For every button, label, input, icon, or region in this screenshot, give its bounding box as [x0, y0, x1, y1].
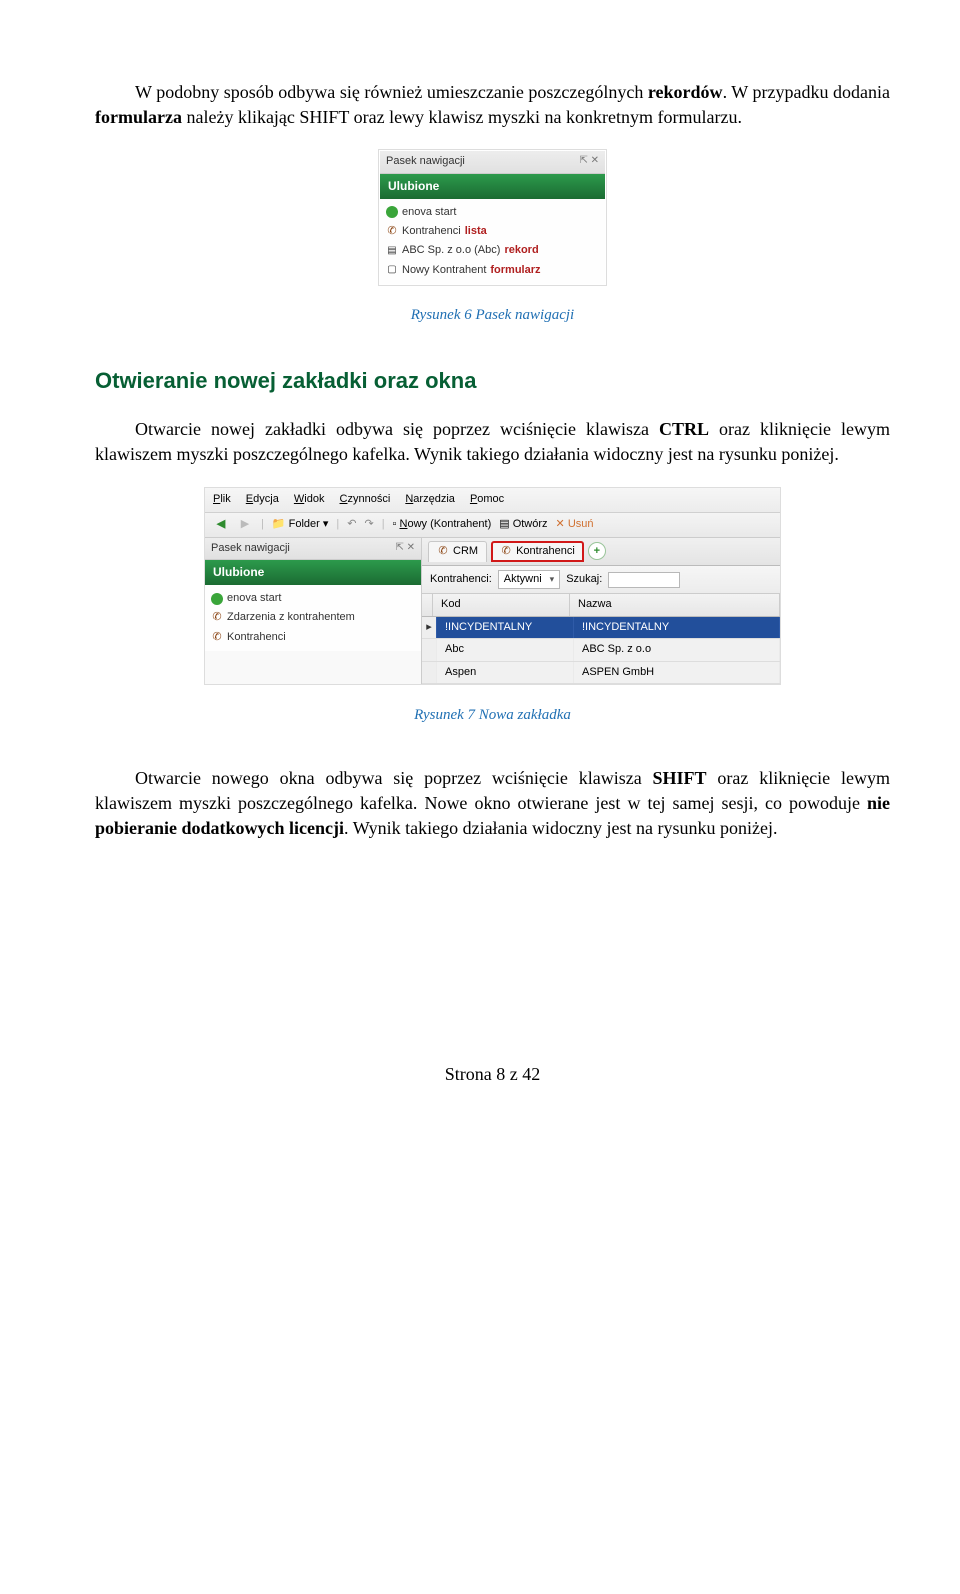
nav-item-label: ABC Sp. z o.o (Abc) [402, 243, 500, 258]
paragraph-ctrl: Otwarcie nowej zakładki odbywa się poprz… [95, 417, 890, 467]
table-row[interactable]: ▸ Aspen ASPEN GmbH [422, 662, 780, 684]
nav-item-label: Nowy Kontrahent [402, 263, 486, 278]
cell-nazwa: ASPEN GmbH [574, 662, 780, 683]
tab-bar: ✆ CRM ✆ Kontrahenci + [422, 538, 780, 566]
nav-item[interactable]: ✆ Kontrahenci [211, 628, 415, 647]
menu-czynnosci[interactable]: Czynności [340, 493, 391, 505]
nav-item[interactable]: ▤ ABC Sp. z o.o (Abc) rekord [386, 241, 599, 260]
nav-item-label: Kontrahenci [402, 224, 461, 239]
figure-1-wrap: Pasek nawigacji ⇱ ✕ Ulubione enova start… [95, 150, 890, 285]
folder-button[interactable]: 📁 Folder ▾ [272, 517, 329, 532]
cell-kod: !INCYDENTALNY [437, 617, 574, 638]
undo-icon[interactable]: ↶ [347, 517, 356, 532]
nav-item[interactable]: ✆ Zdarzenia z kontrahentem [211, 608, 415, 627]
filter-label: Kontrahenci: [430, 572, 492, 587]
p2a: Otwarcie nowej zakładki odbywa się poprz… [135, 419, 659, 439]
table-row[interactable]: ▸ Abc ABC Sp. z o.o [422, 639, 780, 661]
search-label: Szukaj: [566, 572, 602, 587]
p1b: rekordów [648, 82, 723, 102]
nav-item[interactable]: ✆ Kontrahenci lista [386, 222, 599, 241]
nav-item-suffix: rekord [504, 243, 538, 258]
nav-item-label: enova start [402, 205, 456, 220]
table-row[interactable]: ▸ !INCYDENTALNY !INCYDENTALNY [422, 617, 780, 639]
enova-icon [211, 593, 223, 605]
nav-item[interactable]: ▢ Nowy Kontrahent formularz [386, 261, 599, 280]
redo-icon[interactable]: ↷ [364, 517, 373, 532]
nav-panel-titlebar: Pasek nawigacji ⇱ ✕ [380, 151, 605, 173]
p2b: CTRL [659, 419, 709, 439]
p1c: . W przypadku dodania [723, 82, 890, 102]
left-nav-titlebar: Pasek nawigacji ⇱ ✕ [205, 538, 421, 560]
delete-button[interactable]: ✕ Usuń [556, 517, 594, 532]
pin-icon[interactable]: ⇱ ✕ [395, 541, 415, 556]
doc-plain-icon: ▢ [386, 263, 398, 277]
nav-item-label: enova start [227, 591, 281, 606]
menu-widok[interactable]: Widok [294, 493, 325, 505]
paragraph-intro: W podobny sposób odbywa się również umie… [95, 80, 890, 130]
new-button[interactable]: ▫ Nowy (Kontrahent) [393, 517, 492, 532]
back-icon[interactable]: ◀ [213, 517, 229, 533]
p1a: W podobny sposób odbywa się również umie… [135, 82, 648, 102]
nav-panel: Pasek nawigacji ⇱ ✕ Ulubione enova start… [379, 150, 606, 285]
forward-icon[interactable]: ▶ [237, 517, 253, 533]
menu-edycja[interactable]: Edycja [246, 493, 279, 505]
phone-icon: ✆ [211, 630, 223, 645]
phone-icon: ✆ [500, 544, 512, 559]
p1e: należy klikając SHIFT oraz lewy klawisz … [182, 107, 742, 127]
filter-dropdown[interactable]: Aktywni [498, 570, 560, 589]
open-button[interactable]: ▤ Otwórz [499, 517, 547, 532]
row-indicator-icon: ▸ [422, 662, 437, 683]
p3a: Otwarcie nowego okna odbywa się poprzez … [135, 768, 653, 788]
phone-icon: ✆ [437, 544, 449, 559]
phone-icon: ✆ [386, 224, 398, 239]
menu-plik[interactable]: Plik [213, 493, 231, 505]
section-heading: Otwieranie nowej zakładki oraz okna [95, 366, 890, 397]
p1d: formularza [95, 107, 182, 127]
p3e: . Wynik takiego działania widoczny jest … [344, 818, 777, 838]
figure-2-caption: Rysunek 7 Nowa zakładka [95, 705, 890, 726]
nav-item[interactable]: enova start [386, 203, 599, 222]
cell-nazwa: ABC Sp. z o.o [574, 639, 780, 660]
enova-icon [386, 206, 398, 218]
p3b: SHIFT [653, 768, 707, 788]
nav-item-suffix: formularz [490, 263, 540, 278]
page-footer: Strona 8 z 42 [95, 1062, 890, 1087]
figure-2-wrap: Plik Edycja Widok Czynności Narzędzia Po… [95, 487, 890, 685]
col-nazwa[interactable]: Nazwa [570, 594, 780, 615]
paragraph-shift: Otwarcie nowego okna odbywa się poprzez … [95, 766, 890, 842]
nav-favorites-header: Ulubione [380, 174, 605, 199]
menu-pomoc[interactable]: Pomoc [470, 493, 504, 505]
menu-narzedzia[interactable]: Narzędzia [405, 493, 455, 505]
cell-kod: Aspen [437, 662, 574, 683]
tab-kontrahenci[interactable]: ✆ Kontrahenci [491, 541, 584, 562]
col-kod[interactable]: Kod [433, 594, 570, 615]
left-nav-title: Pasek nawigacji [211, 541, 290, 556]
phone-icon: ✆ [211, 610, 223, 625]
pin-icon[interactable]: ⇱ ✕ [579, 154, 599, 169]
menu-bar: Plik Edycja Widok Czynności Narzędzia Po… [205, 488, 780, 512]
tab-crm[interactable]: ✆ CRM [428, 541, 487, 561]
nav-favorites-list: enova start ✆ Kontrahenci lista ▤ ABC Sp… [380, 199, 605, 285]
doc-icon: ▤ [386, 244, 398, 258]
row-indicator-icon: ▸ [422, 617, 437, 638]
row-indicator-icon: ▸ [422, 639, 437, 660]
add-tab-icon[interactable]: + [588, 542, 606, 560]
table-header: Kod Nazwa [422, 594, 780, 616]
left-favorites-header: Ulubione [205, 560, 421, 585]
filter-bar: Kontrahenci: Aktywni Szukaj: [422, 566, 780, 594]
nav-item-label: Kontrahenci [227, 630, 286, 645]
nav-item[interactable]: enova start [211, 589, 415, 608]
figure-1-caption: Rysunek 6 Pasek nawigacji [95, 305, 890, 326]
search-input[interactable] [608, 572, 680, 588]
toolbar: ◀ ▶ | 📁 Folder ▾ | ↶ ↷ | ▫ Nowy (Kontrah… [205, 513, 780, 538]
app-window: Plik Edycja Widok Czynności Narzędzia Po… [204, 487, 781, 685]
nav-item-suffix: lista [465, 224, 487, 239]
cell-nazwa: !INCYDENTALNY [574, 617, 780, 638]
cell-kod: Abc [437, 639, 574, 660]
nav-panel-title: Pasek nawigacji [386, 154, 465, 169]
nav-item-label: Zdarzenia z kontrahentem [227, 610, 355, 625]
